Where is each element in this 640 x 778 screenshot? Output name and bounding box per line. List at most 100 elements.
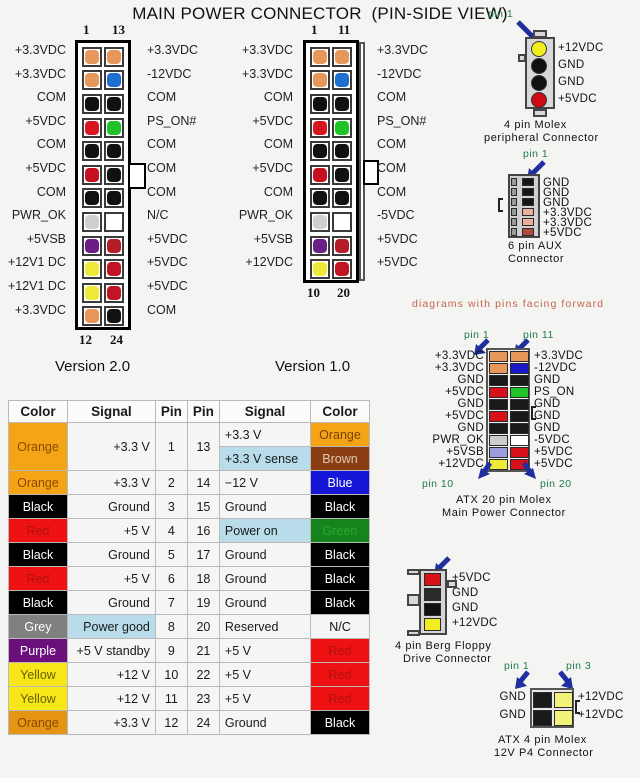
aux6-caption-line2: Connector bbox=[508, 253, 565, 265]
pin-socket-left bbox=[310, 117, 330, 138]
cell-color-left: Black bbox=[8, 542, 68, 567]
cell-pin-left: 11 bbox=[154, 686, 188, 711]
cell-pin-right: 14 bbox=[186, 470, 220, 495]
pin-rail bbox=[511, 198, 517, 206]
pin-rail bbox=[511, 188, 517, 196]
table-row: Black Ground 7 19 Ground Black bbox=[8, 590, 370, 615]
table-row: Grey Power good 8 20 Reserved N/C bbox=[8, 614, 370, 639]
pin-socket-left bbox=[82, 211, 102, 232]
pin-socket-left bbox=[82, 306, 102, 327]
cell-color-left: Black bbox=[8, 590, 68, 615]
connector-v2-body bbox=[75, 40, 131, 330]
cell-color-left: Orange bbox=[8, 422, 68, 471]
pinout-table: Color Signal Pin Pin Signal Color Orange… bbox=[8, 400, 370, 735]
pin-label-right: +3.3VDC bbox=[377, 43, 429, 57]
connector-pin-row bbox=[309, 116, 353, 140]
pin-socket-left bbox=[82, 188, 102, 209]
cell-color-left: Yellow bbox=[8, 686, 68, 711]
pin-number-bottom-left: 10 bbox=[307, 285, 320, 300]
pin-label-left: +3.3VDC bbox=[241, 43, 293, 57]
pin-socket-right bbox=[104, 211, 124, 232]
pin-label-left: GND bbox=[499, 691, 526, 703]
cell-signal-right: Reserved bbox=[218, 614, 312, 639]
cell-color-right: Red bbox=[310, 638, 370, 663]
cell-pin-left: 3 bbox=[154, 494, 188, 519]
connector-v1-version-label: Version 1.0 bbox=[275, 358, 351, 375]
cell-color-right: Orange bbox=[310, 422, 370, 447]
connector-pin-row bbox=[309, 69, 353, 93]
pin-socket-right bbox=[332, 46, 352, 67]
cell-signal-left: Ground bbox=[66, 590, 156, 615]
pin-square-left bbox=[489, 447, 508, 458]
pin-socket-right bbox=[332, 235, 352, 256]
pin-label: GND bbox=[558, 59, 585, 71]
aux6-key-bracket bbox=[498, 198, 503, 212]
pin-label-left: +3.3VDC bbox=[14, 66, 66, 81]
cell-color-right: Blue bbox=[310, 470, 370, 495]
pin-label: +5VDC bbox=[452, 572, 491, 584]
atx20-note: diagrams with pins facing forward bbox=[412, 298, 605, 310]
pin-label-left: COM bbox=[36, 184, 66, 199]
cell-signal-left: +12 V bbox=[66, 662, 156, 687]
cell-signal-right: +5 V bbox=[218, 638, 312, 663]
pin-label-left: +5VDC bbox=[252, 161, 293, 175]
connector-pin-row bbox=[309, 187, 353, 211]
pin-label: GND bbox=[452, 602, 479, 614]
pin-socket-right bbox=[104, 46, 124, 67]
cell-pin-left: 12 bbox=[154, 710, 188, 735]
connector-pin-row bbox=[81, 257, 125, 281]
cell-pin-left: 7 bbox=[154, 590, 188, 615]
pin-socket-right bbox=[104, 188, 124, 209]
table-row: Orange +3.3 V 1 13 +3.3 V Orange bbox=[8, 422, 370, 471]
pin-socket-left bbox=[82, 235, 102, 256]
pin-label-right: COM bbox=[377, 137, 407, 152]
table-row: Black Ground 3 15 Ground Black bbox=[8, 494, 370, 519]
cell-color-right: Red bbox=[310, 662, 370, 687]
pin-square-right bbox=[510, 387, 529, 398]
pin-square bbox=[522, 188, 534, 196]
pin-label: +12VDC bbox=[452, 617, 498, 629]
cell-signal-left: +3.3 V bbox=[66, 422, 156, 471]
molex4-bottom-tab bbox=[533, 109, 547, 117]
pin-square-right bbox=[510, 447, 529, 458]
pin-label-left: +12V1 DC bbox=[7, 255, 66, 270]
pin-label-left: +5VSB bbox=[26, 231, 66, 246]
pin-socket-left bbox=[310, 46, 330, 67]
atx-20pin-molex-diagram: diagrams with pins facing forward pin 1 … bbox=[400, 296, 640, 526]
pin-square-left bbox=[533, 710, 552, 726]
pin-socket-right bbox=[104, 93, 124, 114]
pin-label: +12VDC bbox=[558, 42, 604, 54]
pin-rail bbox=[511, 208, 517, 216]
table-header-row: Color Signal Pin Pin Signal Color bbox=[8, 400, 370, 423]
cell-signal-left: Ground bbox=[66, 494, 156, 519]
pin-label-right: +5VDC bbox=[377, 255, 418, 270]
pin-label-left: GND bbox=[457, 374, 484, 386]
cell-signal-right: Ground bbox=[218, 590, 312, 615]
pin-label: +5VDC bbox=[558, 93, 597, 105]
cell-color-right: Black bbox=[310, 494, 370, 519]
pin-socket-right bbox=[104, 164, 124, 185]
pin-label-right: +5VDC bbox=[534, 446, 573, 458]
pin-label-left: COM bbox=[36, 90, 66, 105]
connector-v2-version-label: Version 2.0 bbox=[55, 358, 131, 375]
cell-pin-right: 17 bbox=[186, 542, 220, 567]
cell-pin-right: 23 bbox=[186, 686, 220, 711]
cell-pin-right: 21 bbox=[186, 638, 220, 663]
header-color-right: Color bbox=[310, 400, 370, 423]
connector-pin-row bbox=[309, 210, 353, 234]
pin-label-left: COM bbox=[263, 184, 293, 199]
pin-square-left bbox=[489, 411, 508, 422]
cell-color-right: N/C bbox=[310, 614, 370, 639]
pin-label-left: +5VDC bbox=[445, 386, 484, 398]
cell-pin-left: 8 bbox=[154, 614, 188, 639]
cell-pin-left: 9 bbox=[154, 638, 188, 663]
pin-label-left: +5VDC bbox=[25, 113, 66, 128]
pin-label-right: -5VDC bbox=[534, 434, 571, 446]
pin-number-top-left: 1 bbox=[311, 22, 318, 37]
pin-label-left: +12VDC bbox=[245, 255, 293, 270]
cell-pin-left: 6 bbox=[154, 566, 188, 591]
cell-signal-right: Ground bbox=[218, 542, 312, 567]
cell-color-left: Grey bbox=[8, 614, 68, 639]
connector-pin-row bbox=[81, 69, 125, 93]
pin-socket-right bbox=[104, 259, 124, 280]
